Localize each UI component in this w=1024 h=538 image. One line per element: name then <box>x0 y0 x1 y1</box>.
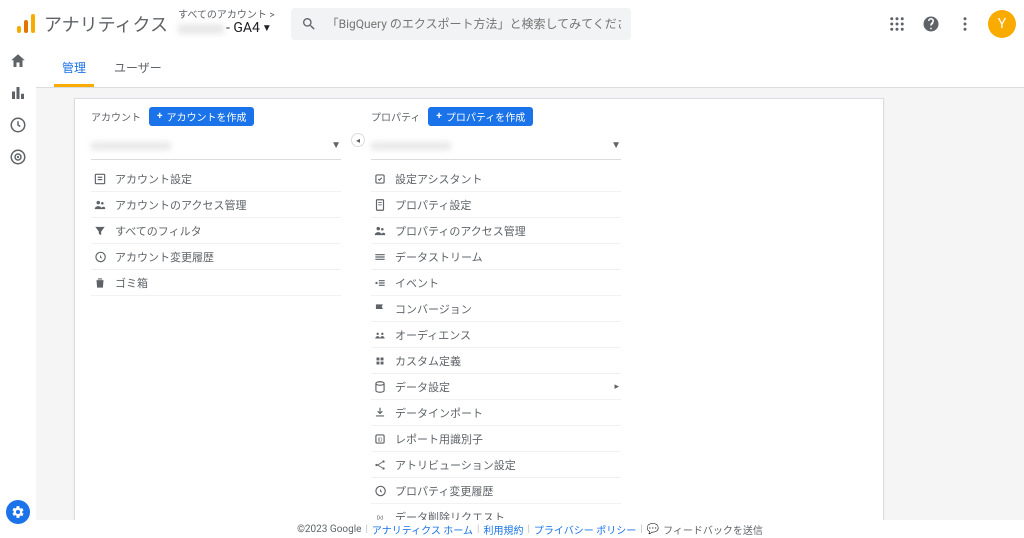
property-name-blurred <box>371 142 451 150</box>
analytics-logo-icon <box>14 12 38 36</box>
account-breadcrumb[interactable]: すべてのアカウント > - GA4 ▼ <box>178 10 275 36</box>
tab-admin[interactable]: 管理 <box>48 48 100 87</box>
menu-item-filter[interactable]: すべてのフィルタ <box>91 218 341 244</box>
chevron-down-icon: ▼ <box>331 140 341 151</box>
create-property-button[interactable]: プロパティを作成 <box>428 107 533 126</box>
footer-terms-link[interactable]: 利用規約 <box>483 522 523 537</box>
gear-icon <box>11 505 25 519</box>
feedback-icon: 💬 <box>647 524 659 535</box>
app-bar: アナリティクス すべてのアカウント > - GA4 ▼ Y <box>0 0 1024 48</box>
menu-item-label: ゴミ箱 <box>115 275 148 291</box>
admin-scroll[interactable]: アカウント アカウントを作成 ▼ アカウント設定アカウントのアクセス管理すべての… <box>75 99 883 520</box>
menu-item-import[interactable]: データインポート <box>371 400 621 426</box>
menu-item-history[interactable]: アカウント変更履歴 <box>91 244 341 270</box>
menu-item-people[interactable]: プロパティのアクセス管理 <box>371 218 621 244</box>
menu-item-label: アトリビューション設定 <box>395 457 516 473</box>
footer-feedback-link[interactable]: フィードバックを送信 <box>663 522 763 537</box>
admin-page: 管理 ユーザー アカウント アカウントを作成 ▼ アカウント設定アカウントのアク… <box>36 48 1024 520</box>
menu-item-custom[interactable]: カスタム定義 <box>371 348 621 374</box>
menu-item-label: データインポート <box>395 405 483 421</box>
footer: ©2023 Google | アナリティクス ホーム | 利用規約 | プライバ… <box>36 520 1024 538</box>
property-column: プロパティ プロパティを作成 ▼ 設定アシスタントプロパティ設定プロパティのアク… <box>371 107 621 520</box>
chevron-down-icon: ▼ <box>262 23 272 34</box>
menu-item-label: データ削除リクエスト <box>395 509 505 521</box>
menu-item-history[interactable]: プロパティ変更履歴 <box>371 478 621 504</box>
menu-item-people[interactable]: アカウントのアクセス管理 <box>91 192 341 218</box>
account-label: アカウント <box>91 109 141 124</box>
menu-item-trash[interactable]: ゴミ箱 <box>91 270 341 296</box>
menu-item-label: データストリーム <box>395 249 483 265</box>
account-selector[interactable]: ▼ <box>91 132 341 160</box>
advertising-icon[interactable] <box>9 148 27 166</box>
menu-item-data[interactable]: データ設定 ▸ <box>371 374 621 400</box>
menu-item-audience[interactable]: オーディエンス <box>371 322 621 348</box>
search-icon <box>301 16 317 32</box>
menu-item-label: プロパティ変更履歴 <box>395 483 493 499</box>
account-name-blurred <box>91 142 171 150</box>
breadcrumb-suffix: - GA4 <box>226 21 260 36</box>
menu-item-delete-req[interactable]: Ddデータ削除リクエスト <box>371 504 621 520</box>
search-box[interactable] <box>291 8 631 40</box>
menu-item-label: すべてのフィルタ <box>115 223 202 239</box>
tab-user[interactable]: ユーザー <box>100 48 176 87</box>
menu-item-flag[interactable]: コンバージョン <box>371 296 621 322</box>
admin-gear-button[interactable] <box>6 500 30 524</box>
menu-item-event[interactable]: イベント <box>371 270 621 296</box>
svg-text:ID: ID <box>378 437 383 443</box>
admin-tabs: 管理 ユーザー <box>36 48 1024 88</box>
menu-item-label: アカウント変更履歴 <box>115 249 214 265</box>
copyright: ©2023 Google <box>297 524 361 535</box>
chevron-down-icon: ▼ <box>611 140 621 151</box>
footer-privacy-link[interactable]: プライバシー ポリシー <box>534 522 636 537</box>
explore-icon[interactable] <box>9 116 27 134</box>
apps-grid-icon[interactable] <box>888 15 906 33</box>
menu-item-label: プロパティのアクセス管理 <box>395 223 526 239</box>
property-selector[interactable]: ▼ <box>371 132 621 160</box>
menu-item-assistant[interactable]: 設定アシスタント <box>371 166 621 192</box>
product-name: アナリティクス <box>44 11 168 37</box>
menu-item-label: データ設定 <box>395 379 450 395</box>
menu-item-label: コンバージョン <box>395 301 472 317</box>
footer-home-link[interactable]: アナリティクス ホーム <box>372 522 473 537</box>
collapse-account-column-button[interactable]: ◂ <box>351 133 365 147</box>
menu-item-label: 設定アシスタント <box>395 171 483 187</box>
account-name-blurred <box>178 24 224 34</box>
left-nav-rail <box>0 48 36 538</box>
menu-item-page[interactable]: プロパティ設定 <box>371 192 621 218</box>
menu-item-label: レポート用識別子 <box>395 431 483 447</box>
menu-item-attribution[interactable]: アトリビューション設定 <box>371 452 621 478</box>
menu-item-settings-page[interactable]: アカウント設定 <box>91 166 341 192</box>
property-label: プロパティ <box>371 109 420 124</box>
reports-icon[interactable] <box>9 84 27 102</box>
search-input[interactable] <box>317 17 621 31</box>
help-icon[interactable] <box>922 15 940 33</box>
menu-item-label: イベント <box>395 275 439 291</box>
create-account-button[interactable]: アカウントを作成 <box>149 107 254 126</box>
chevron-right-icon: ▸ <box>614 382 619 392</box>
menu-item-stream[interactable]: データストリーム <box>371 244 621 270</box>
more-vert-icon[interactable] <box>956 15 974 33</box>
menu-item-label: カスタム定義 <box>395 353 461 369</box>
menu-item-label: オーディエンス <box>395 327 471 343</box>
account-column: アカウント アカウントを作成 ▼ アカウント設定アカウントのアクセス管理すべての… <box>91 107 341 520</box>
menu-item-report-id[interactable]: ID レポート用識別子 <box>371 426 621 452</box>
menu-item-label: アカウントのアクセス管理 <box>115 197 246 213</box>
menu-item-label: プロパティ設定 <box>395 197 471 213</box>
home-icon[interactable] <box>9 52 27 70</box>
user-avatar[interactable]: Y <box>988 10 1016 38</box>
admin-card: アカウント アカウントを作成 ▼ アカウント設定アカウントのアクセス管理すべての… <box>74 98 884 520</box>
menu-item-label: アカウント設定 <box>115 171 192 187</box>
